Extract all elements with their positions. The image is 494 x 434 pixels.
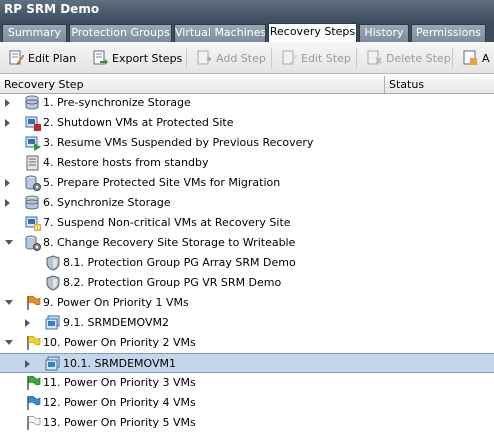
delete-step-button[interactable]: Delete Step [366,49,451,67]
step-label: 1. Pre-synchronize Storage [43,96,191,109]
tree-row[interactable]: 2. Shutdown VMs at Protected Site [0,113,494,133]
suspend-vm-icon [25,215,41,231]
collapse-arrow-icon[interactable] [5,340,13,345]
step-label: 13. Power On Priority 5 VMs [43,416,196,429]
edit-plan-button[interactable]: Edit Plan [8,49,76,67]
tree-row[interactable]: 8.2. Protection Group PG VR SRM Demo [0,273,494,293]
edit-step-button[interactable]: Edit Step [281,49,351,67]
storage-gear-icon [25,175,41,191]
step-label: 5. Prepare Protected Site VMs for Migrat… [43,176,281,189]
step-label: 7. Suspend Non-critical VMs at Recovery … [43,216,291,229]
add-step-icon [196,50,212,66]
step-label: 4. Restore hosts from standby [43,156,209,169]
tab-virtual-machines[interactable]: Virtual Machines [174,24,266,42]
step-label: 3. Resume VMs Suspended by Previous Reco… [43,136,314,149]
add-step-button[interactable]: Add Step [196,49,266,67]
flag-yellow-icon [25,335,41,351]
export-steps-icon [92,50,108,66]
tab-protection-groups[interactable]: Protection Groups [69,24,172,42]
tab-history[interactable]: History [359,24,409,42]
tree-row[interactable]: 11. Power On Priority 3 VMs [0,373,494,393]
vm-icon [45,356,61,372]
storage-sync-icon [25,95,41,111]
flag-orange-icon [25,295,41,311]
column-status[interactable]: Status [385,76,494,93]
storage-gear-icon [25,235,41,251]
tree-row[interactable]: 8.1. Protection Group PG Array SRM Demo [0,253,494,273]
truncated-toolbar-label: A [482,51,490,65]
shutdown-vm-icon [25,115,41,131]
tree-row[interactable]: 1. Pre-synchronize Storage [0,93,494,113]
step-label: 11. Power On Priority 3 VMs [43,376,196,389]
toolbar-separator [452,48,453,68]
resume-vm-icon [25,135,41,151]
expand-arrow-icon[interactable] [5,179,10,187]
toolbar-separator [356,48,357,68]
shield-icon [45,255,61,271]
tree-row[interactable]: 6. Synchronize Storage [0,193,494,213]
host-icon [25,155,41,171]
edit-step-label: Edit Step [301,51,351,65]
flag-blue-icon [25,395,41,411]
vm-icon [45,315,61,331]
expand-arrow-icon[interactable] [25,360,30,368]
tree-row[interactable]: 13. Power On Priority 5 VMs [0,413,494,433]
step-label: 6. Synchronize Storage [43,196,171,209]
tab-bar: Summary Protection Groups Virtual Machin… [0,22,494,43]
tree-row[interactable]: 5. Prepare Protected Site VMs for Migrat… [0,173,494,193]
expand-arrow-icon[interactable] [25,319,30,327]
toolbar-separator [186,48,187,68]
edit-plan-icon [8,50,25,66]
tree-row[interactable]: 8. Change Recovery Site Storage to Write… [0,233,494,253]
expand-arrow-icon[interactable] [5,199,10,207]
add-step-label: Add Step [216,51,266,65]
delete-step-label: Delete Step [386,51,451,65]
storage-sync-icon [25,195,41,211]
tab-permissions[interactable]: Permissions [411,24,486,42]
tab-summary[interactable]: Summary [2,24,67,42]
tree-row[interactable]: 4. Restore hosts from standby [0,153,494,173]
column-header: Recovery Step Status [0,76,494,94]
column-recovery-step[interactable]: Recovery Step [0,76,384,93]
step-label: 2. Shutdown VMs at Protected Site [43,116,234,129]
step-label: 10. Power On Priority 2 VMs [43,336,196,349]
tree-row[interactable]: 7. Suspend Non-critical VMs at Recovery … [0,213,494,233]
tree-row[interactable]: 10.1. SRMDEMOVM1 [0,353,494,373]
step-label: 10.1. SRMDEMOVM1 [63,357,176,370]
step-label: 9.1. SRMDEMOVM2 [63,316,169,329]
tab-recovery-steps[interactable]: Recovery Steps [268,23,357,43]
expand-arrow-icon[interactable] [5,99,10,107]
shield-icon [45,275,61,291]
flag-white-icon [25,415,41,431]
step-label: 9. Power On Priority 1 VMs [43,296,189,309]
window-title: RP SRM Demo [0,0,494,22]
tree-row[interactable]: 9.1. SRMDEMOVM2 [0,313,494,333]
expand-arrow-icon[interactable] [5,119,10,127]
tree-row[interactable]: 3. Resume VMs Suspended by Previous Reco… [0,133,494,153]
tree-row[interactable]: 10. Power On Priority 2 VMs [0,333,494,353]
delete-step-icon [366,50,382,66]
collapse-arrow-icon[interactable] [5,240,13,245]
step-label: 12. Power On Priority 4 VMs [43,396,196,409]
step-label: 8.1. Protection Group PG Array SRM Demo [63,256,296,269]
edit-step-icon [281,50,297,66]
step-label: 8. Change Recovery Site Storage to Write… [43,236,296,249]
toolbar: Edit Plan Export Steps Add Step Edit Ste… [0,42,494,74]
step-label: 8.2. Protection Group PG VR SRM Demo [63,276,282,289]
toolbar-separator [271,48,272,68]
tree-row[interactable]: 9. Power On Priority 1 VMs [0,293,494,313]
truncated-toolbar-button[interactable]: A [462,49,490,67]
edit-plan-label: Edit Plan [28,51,77,65]
export-steps-button[interactable]: Export Steps [92,49,182,67]
document-icon [462,50,478,66]
collapse-arrow-icon[interactable] [5,300,13,305]
export-steps-label: Export Steps [112,51,183,65]
tree-row[interactable]: 12. Power On Priority 4 VMs [0,393,494,413]
flag-green-icon [25,375,41,391]
